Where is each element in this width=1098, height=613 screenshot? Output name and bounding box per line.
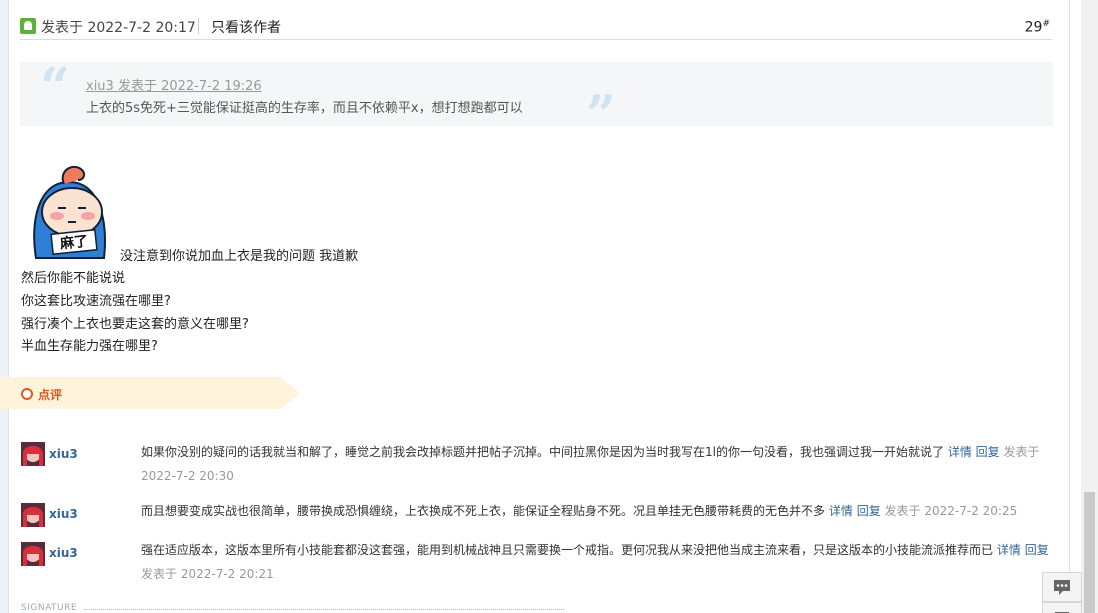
message-line-1: 没注意到你说加血上衣是我的问题 我道歉 — [120, 249, 359, 264]
floor-sign: # — [1042, 19, 1050, 29]
quote-author-link[interactable]: xiu3 发表于 2022-7-2 19:26 — [86, 75, 262, 94]
message-line-3: 你这套比攻速流强在哪里? — [21, 294, 171, 309]
comment-username[interactable]: xiu3 — [49, 546, 78, 560]
menu-icon — [1055, 612, 1069, 613]
comment-reply-link[interactable]: 回复 — [976, 445, 1000, 459]
signature-divider — [84, 609, 564, 610]
close-quote-icon: ” — [586, 85, 616, 146]
comment-posted-prefix: 发表于 — [884, 504, 921, 518]
comment-posted-prefix: 发表于 — [1003, 445, 1040, 459]
comment-detail-link[interactable]: 详情 — [997, 543, 1021, 557]
signature-label: SIGNATURE — [21, 603, 78, 613]
comment-body: 如果你没别的疑问的话我就当和解了，睡觉之前我会改掉标题并把帖子沉掉。中间拉黑你是… — [141, 440, 1040, 488]
avatar[interactable] — [21, 442, 45, 466]
quick-reply-button[interactable] — [1042, 572, 1082, 602]
comment-reply-link[interactable]: 回复 — [857, 504, 881, 518]
only-author-link[interactable]: 只看该作者 — [211, 17, 281, 37]
post-header: 发表于 2022-7-2 20:17 只看该作者 29# — [20, 14, 1052, 40]
comment-timestamp: 2022-7-2 20:21 — [180, 567, 274, 581]
comment-username[interactable]: xiu3 — [49, 507, 78, 521]
comment-detail-link[interactable]: 详情 — [829, 504, 853, 518]
comment-text: 如果你没别的疑问的话我就当和解了，睡觉之前我会改掉标题并把帖子沉掉。中间拉黑你是… — [141, 445, 944, 459]
sticker-image: 麻了 — [33, 165, 106, 259]
message-line-5: 半血生存能力强在哪里? — [21, 339, 158, 354]
comment-posted-prefix: 发表于 — [141, 567, 178, 581]
comment-detail-link[interactable]: 详情 — [948, 445, 972, 459]
user-online-icon — [20, 18, 36, 34]
message-line-4: 强行凑个上衣也要走这套的意义在哪里? — [21, 317, 249, 332]
floor-number-value: 29 — [1024, 19, 1043, 36]
header-divider — [198, 18, 199, 34]
avatar[interactable] — [21, 503, 45, 527]
comment-username[interactable]: xiu3 — [49, 447, 78, 461]
comment-text: 强在适应版本，这版本里所有小技能套都没这套强，能用到机械战神且只需要换一个戒指。… — [141, 543, 994, 557]
back-to-top-button[interactable] — [1042, 602, 1082, 613]
comment-timestamp: 2022-7-2 20:25 — [924, 504, 1018, 518]
comment-circle-icon — [21, 388, 33, 400]
comment-body: 而且想要变成实战也很简单，腰带换成恐惧缠绕，上衣换成不死上衣，能保证全程贴身不死… — [141, 499, 1017, 523]
page-left-margin — [0, 0, 8, 613]
post-date: 发表于 2022-7-2 20:17 — [41, 20, 196, 36]
avatar[interactable] — [21, 542, 45, 566]
sticker-text: 麻了 — [58, 233, 89, 253]
comments-section-label: 点评 — [38, 388, 63, 402]
floor-number[interactable]: 29# — [1025, 19, 1050, 36]
comment-text: 而且想要变成实战也很简单，腰带换成恐惧缠绕，上衣换成不死上衣，能保证全程贴身不死… — [141, 504, 826, 518]
comment-reply-link[interactable]: 回复 — [1025, 543, 1049, 557]
open-quote-icon: “ — [40, 57, 70, 118]
chat-bubble-icon — [1054, 580, 1070, 595]
quote-block: “ xiu3 发表于 2022-7-2 19:26 上衣的5s免死+三觉能保证挺… — [20, 57, 1053, 142]
comment-timestamp: 2022-7-2 20:30 — [141, 469, 234, 483]
scrollbar-thumb[interactable] — [1084, 492, 1095, 613]
comment-body: 强在适应版本，这版本里所有小技能套都没这套强，能用到机械战神且只需要换一个戒指。… — [141, 538, 1049, 586]
message-line-2: 然后你能不能说说 — [21, 271, 126, 286]
quote-text: 上衣的5s免死+三觉能保证挺高的生存率，而且不依赖平x，想打想跑都可以 — [86, 101, 523, 116]
